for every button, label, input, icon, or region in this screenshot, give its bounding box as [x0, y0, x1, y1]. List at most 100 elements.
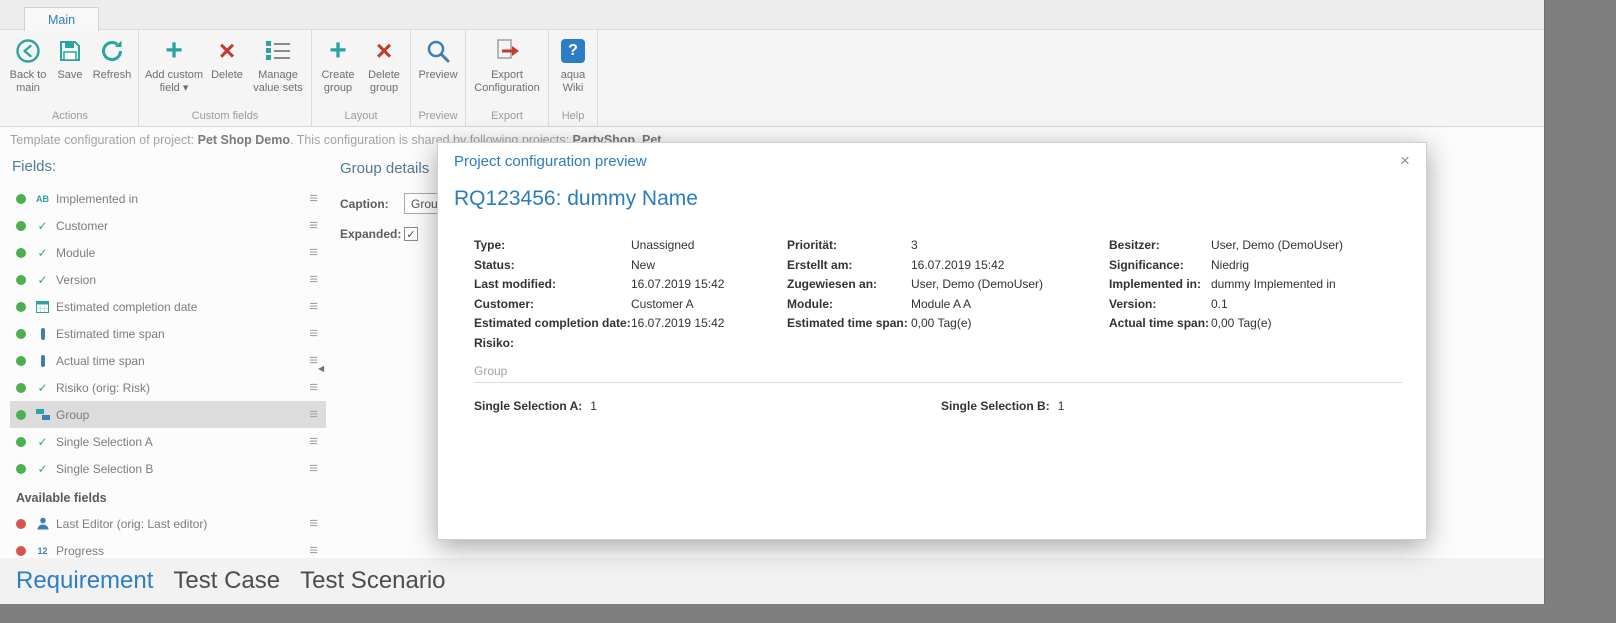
drag-handle-icon[interactable]: ≡: [309, 461, 318, 476]
field-item-risiko[interactable]: ✓ Risiko (orig: Risk) ≡: [10, 374, 326, 401]
drag-handle-icon[interactable]: ≡: [309, 326, 318, 341]
ribbon-body: Back to main Save Refresh Actions + Add …: [0, 30, 1544, 126]
field-value: 0,00 Tag(e): [911, 316, 972, 330]
back-to-main-button[interactable]: Back to main: [5, 31, 51, 108]
fields-panel-title: Fields:: [12, 158, 57, 175]
single-selection-a-field: Single Selection A: 1: [474, 399, 597, 413]
drag-handle-icon[interactable]: ≡: [309, 543, 318, 558]
drag-handle-icon[interactable]: ≡: [309, 272, 318, 287]
field-item-group[interactable]: Group ≡: [10, 401, 326, 428]
field-item-estimated-time-span[interactable]: Estimated time span ≡: [10, 320, 326, 347]
progress-icon: 12: [37, 545, 48, 556]
drag-handle-icon[interactable]: ≡: [309, 245, 318, 260]
plus-icon: +: [165, 34, 183, 67]
export-icon: [493, 35, 521, 67]
save-button[interactable]: Save: [51, 31, 89, 108]
ribbon: Main Back to main Save Refresh Actions +…: [0, 0, 1544, 127]
tab-main[interactable]: Main: [24, 7, 100, 31]
close-icon[interactable]: ×: [1394, 150, 1416, 172]
info-project-name: Pet Shop Demo: [197, 133, 290, 147]
ribbon-group-custom-fields: + Add custom field ▾ × Delete Manage val…: [139, 30, 312, 126]
field-label: Single Selection A: [56, 434, 153, 449]
field-value: 0,00 Tag(e): [1211, 316, 1272, 330]
field-item-implemented-in[interactable]: AB Implemented in ≡: [10, 185, 326, 212]
field-label: Priorität:: [787, 238, 838, 252]
info-prefix: Template configuration of project:: [10, 133, 198, 147]
field-value: 0.1: [1211, 296, 1228, 311]
field-label: Implemented in:: [1109, 277, 1202, 291]
status-dot-green-icon: [16, 409, 26, 420]
field-item-version[interactable]: ✓ Version ≡: [10, 266, 326, 293]
check-icon: ✓: [37, 434, 48, 449]
field-item-customer[interactable]: ✓ Customer ≡: [10, 212, 326, 239]
status-dot-green-icon: [16, 382, 26, 393]
field-item-single-selection-a[interactable]: ✓ Single Selection A ≡: [10, 428, 326, 455]
field-label: Actual time span: [56, 353, 145, 368]
field-item-actual-time-span[interactable]: Actual time span ≡: [10, 347, 326, 374]
field-label: Customer:: [474, 296, 535, 311]
button-label: Save: [57, 69, 83, 81]
plus-icon: +: [329, 34, 347, 67]
field-label: Implemented in: [56, 191, 139, 206]
field-label: Version:: [1109, 296, 1157, 311]
manage-value-sets-button[interactable]: Manage value sets: [248, 31, 308, 108]
expanded-checkbox[interactable]: ✓: [404, 227, 418, 241]
tab-test-scenario[interactable]: Test Scenario: [300, 567, 445, 595]
timespan-icon: [34, 327, 51, 340]
ribbon-group-label: Export: [491, 110, 523, 122]
drag-handle-icon[interactable]: ≡: [309, 191, 318, 206]
aqua-wiki-button[interactable]: ? aqua Wiki: [552, 31, 594, 108]
caption-label: Caption:: [340, 196, 389, 211]
preview-button[interactable]: Preview: [414, 31, 462, 108]
add-custom-field-button[interactable]: + Add custom field ▾: [142, 31, 206, 108]
status-dot-green-icon: [16, 355, 26, 366]
drag-handle-icon[interactable]: ≡: [309, 299, 318, 314]
status-dot-green-icon: [16, 193, 26, 204]
tab-requirement[interactable]: Requirement: [16, 567, 153, 595]
status-dot-green-icon: [16, 220, 26, 231]
ribbon-group-layout: + Create group × Delete group Layout: [312, 30, 411, 126]
field-value: 3: [911, 238, 918, 252]
drag-handle-icon[interactable]: ≡: [309, 218, 318, 233]
field-item-estimated-completion-date[interactable]: Estimated completion date ≡: [10, 293, 326, 320]
check-icon: ✓: [37, 380, 48, 395]
check-icon: ✓: [37, 461, 48, 476]
field-value: dummy Implemented in: [1211, 277, 1336, 291]
field-label: Estimated completion date:: [474, 316, 631, 330]
field-label: Risiko:: [474, 335, 515, 350]
value-list-icon: [265, 35, 292, 67]
button-label: Delete group: [368, 69, 400, 94]
delete-group-button[interactable]: × Delete group: [361, 31, 407, 108]
field-value: 16.07.2019 15:42: [631, 316, 725, 330]
check-icon: ✓: [37, 245, 48, 260]
drag-handle-icon[interactable]: ≡: [309, 434, 318, 449]
export-configuration-button[interactable]: Export Configuration: [469, 31, 545, 108]
field-value: New: [631, 257, 656, 272]
calendar-icon: [34, 300, 51, 313]
requirement-heading: RQ123456: dummy Name: [454, 187, 698, 210]
available-fields-header: Available fields: [16, 491, 107, 505]
create-group-button[interactable]: + Create group: [315, 31, 361, 108]
ribbon-group-label: Help: [561, 110, 585, 122]
delete-field-button[interactable]: × Delete: [206, 31, 248, 108]
drag-handle-icon[interactable]: ≡: [309, 516, 318, 531]
ribbon-group-actions: Back to main Save Refresh Actions: [2, 30, 139, 126]
field-item-single-selection-b[interactable]: ✓ Single Selection B ≡: [10, 455, 326, 482]
drag-handle-icon[interactable]: ≡: [309, 353, 318, 368]
tab-test-case[interactable]: Test Case: [173, 567, 280, 595]
drag-handle-icon[interactable]: ≡: [309, 407, 318, 422]
preview-column-2: Priorität: 3 Erstellt am: 16.07.2019 15:42…: [787, 238, 1043, 336]
field-value: User, Demo (DemoUser): [1211, 238, 1344, 252]
field-value: Unassigned: [631, 238, 695, 252]
delete-x-icon: ×: [218, 35, 236, 66]
field-label: Group: [56, 407, 90, 422]
drag-handle-icon[interactable]: ≡: [309, 380, 318, 395]
field-item-module[interactable]: ✓ Module ≡: [10, 239, 326, 266]
refresh-button[interactable]: Refresh: [89, 31, 135, 108]
field-item-last-editor[interactable]: Last Editor (orig: Last editor) ≡: [10, 510, 326, 537]
collapse-panel-arrow-icon[interactable]: ◀: [318, 364, 324, 373]
ribbon-tab-row: Main: [0, 0, 1544, 31]
back-arrow-icon: [15, 35, 41, 67]
ribbon-group-preview: Preview Preview: [411, 30, 466, 126]
field-label: Module:: [787, 296, 833, 311]
